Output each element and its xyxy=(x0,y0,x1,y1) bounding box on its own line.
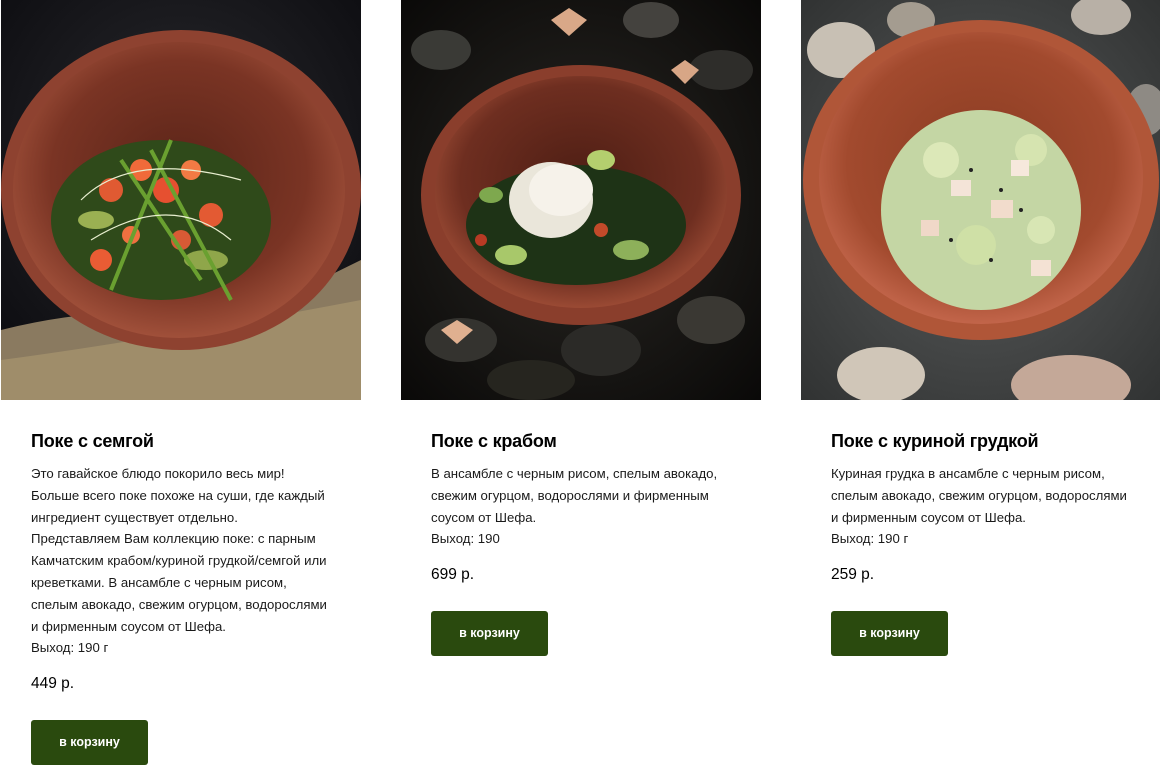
product-card-salmon: Поке с семгой Это гавайское блюдо покори… xyxy=(1,0,361,766)
product-info: Поке с семгой Это гавайское блюдо покори… xyxy=(1,428,361,766)
product-photo-chicken[interactable] xyxy=(801,0,1160,400)
product-description: В ансамбле с черным рисом, спелым авокад… xyxy=(431,466,718,547)
product-photo-salmon[interactable] xyxy=(1,0,361,400)
product-price: 259 р. xyxy=(831,566,875,584)
product-grid: Поке с семгой Это гавайское блюдо покори… xyxy=(0,0,1160,773)
product-title[interactable]: Поке с куриной грудкой xyxy=(831,428,1160,454)
product-card-crab: Поке с крабом В ансамбле с черным рисом,… xyxy=(401,0,761,657)
crab-bowl-image xyxy=(401,0,761,400)
add-to-cart-button[interactable]: в корзину xyxy=(431,611,548,657)
chicken-bowl-image xyxy=(801,0,1160,400)
product-price: 449 р. xyxy=(31,675,75,693)
product-title[interactable]: Поке с крабом xyxy=(431,428,761,454)
add-to-cart-button[interactable]: в корзину xyxy=(31,720,148,766)
product-title[interactable]: Поке с семгой xyxy=(31,428,361,454)
salmon-bowl-image xyxy=(1,0,361,400)
product-price: 699 р. xyxy=(431,566,475,584)
product-info: Поке с куриной грудкой Куриная грудка в … xyxy=(801,428,1160,657)
product-photo-crab[interactable] xyxy=(401,0,761,400)
product-info: Поке с крабом В ансамбле с черным рисом,… xyxy=(401,428,761,657)
product-description: Это гавайское блюдо покорило весь мир! Б… xyxy=(31,466,327,656)
product-description: Куриная грудка в ансамбле с черным рисом… xyxy=(831,466,1127,547)
product-card-chicken: Поке с куриной грудкой Куриная грудка в … xyxy=(801,0,1160,657)
add-to-cart-button[interactable]: в корзину xyxy=(831,611,948,657)
